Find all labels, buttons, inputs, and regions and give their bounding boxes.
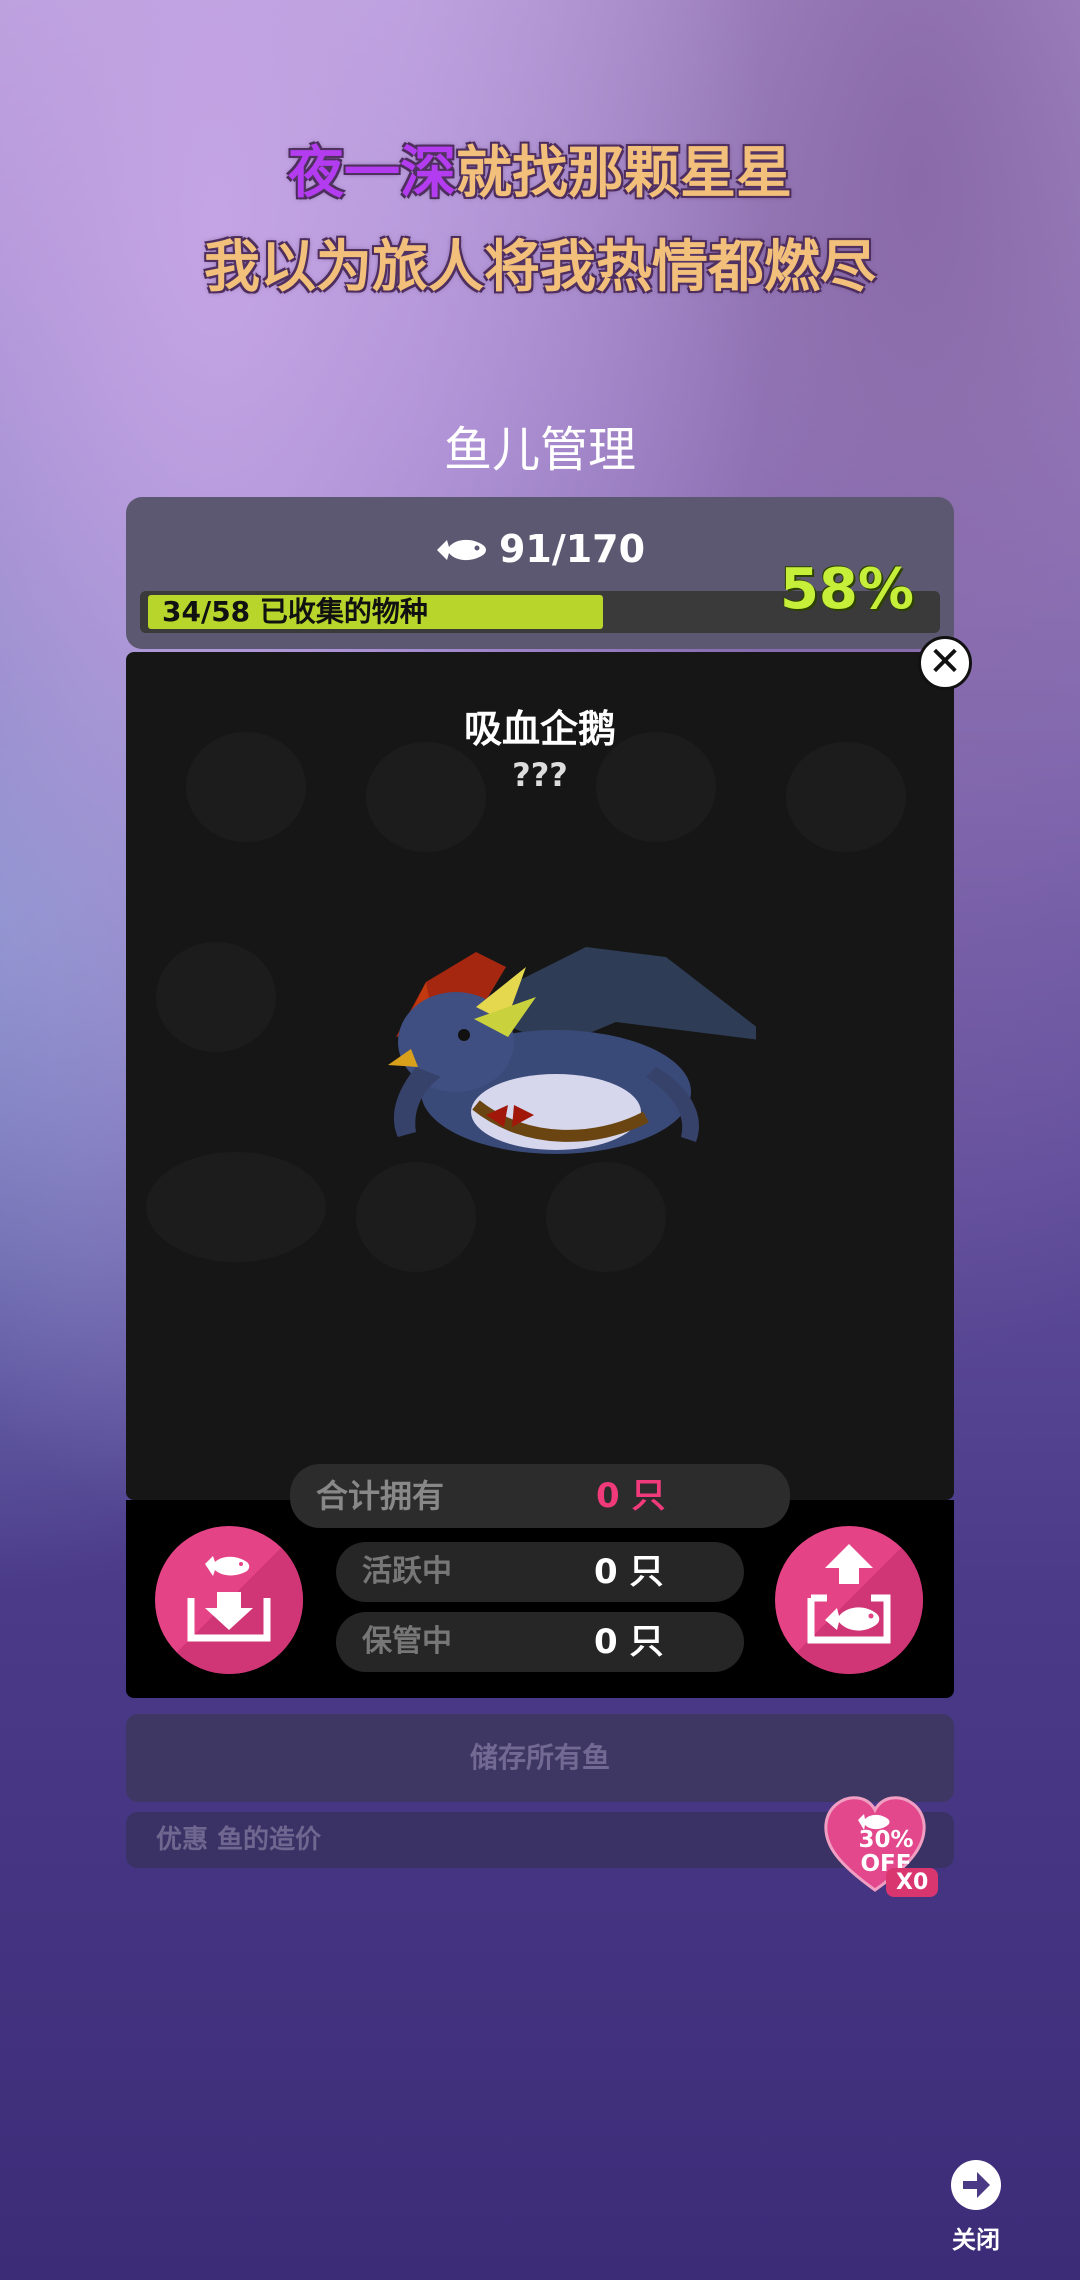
total-owned-value: 0 只	[596, 1476, 666, 1516]
vampire-penguin-image	[388, 947, 756, 1154]
close-label: 关闭	[952, 2226, 1000, 2254]
lyric-line-1-highlight: 夜一深	[288, 141, 456, 206]
release-fish-icon	[807, 1544, 891, 1644]
silhouette-fish	[156, 942, 276, 1052]
lyric-line-2: 我以为旅人将我热情都燃尽	[204, 235, 876, 300]
release-fish-button[interactable]	[775, 1526, 923, 1674]
discount-badge-pct: 30%	[858, 1827, 914, 1853]
total-owned-label: 合计拥有	[316, 1477, 445, 1515]
active-label: 活跃中	[362, 1554, 452, 1589]
active-value: 0 只	[594, 1552, 664, 1592]
store-fish-icon	[187, 1556, 271, 1642]
store-fish-button[interactable]	[155, 1526, 303, 1674]
stored-row: 保管中 0 只	[336, 1612, 744, 1672]
store-all-fish-button[interactable]: 储存所有鱼	[126, 1714, 954, 1802]
fish-count-value: 91/170	[498, 527, 646, 571]
arrow-right-icon	[951, 2160, 1001, 2210]
collection-percent: 58%	[779, 557, 914, 622]
discount-label: 优惠 鱼的造价	[156, 1825, 322, 1855]
fish-detail-panel: 吸血企鹅 ???	[126, 652, 954, 1500]
close-button[interactable]: 关闭	[944, 2160, 1008, 2256]
fish-icon	[435, 530, 489, 574]
discount-count: X0	[886, 1868, 939, 1897]
species-progress-label: 34/58 已收集的物种	[162, 595, 428, 628]
stored-value: 0 只	[594, 1622, 664, 1662]
total-owned-row: 合计拥有 0 只	[290, 1464, 790, 1528]
collection-header: 91/170 34/58 已收集的物种 58%	[126, 497, 954, 649]
close-detail-button[interactable]: ✕	[918, 636, 972, 690]
stored-label: 保管中	[362, 1624, 452, 1659]
lyric-line-1: 夜一深就找那颗星星	[0, 128, 1080, 209]
active-row: 活跃中 0 只	[336, 1542, 744, 1602]
close-icon: ✕	[928, 639, 962, 685]
fish-name: 吸血企鹅	[463, 707, 616, 751]
fish-description: ???	[512, 756, 568, 794]
lyric-line-1-rest: 就找那颗星星	[456, 141, 792, 206]
silhouette-fish	[146, 1152, 326, 1262]
page-title: 鱼儿管理	[443, 422, 636, 478]
